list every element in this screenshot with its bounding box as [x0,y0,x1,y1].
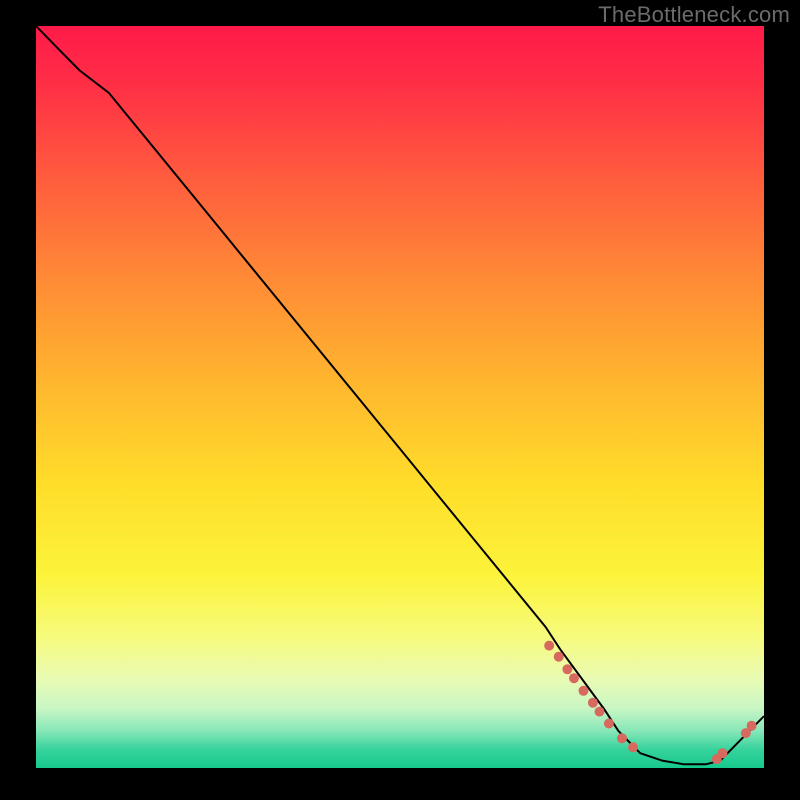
marker-dot [569,673,579,683]
marker-dot [544,641,554,651]
marker-dot [588,698,598,708]
marker-dot [595,707,605,717]
curve-path [36,26,764,764]
marker-dots [544,641,756,765]
watermark-text: TheBottleneck.com [598,2,790,28]
marker-dot [604,719,614,729]
chart-frame: TheBottleneck.com [0,0,800,800]
marker-dot [554,652,564,662]
marker-dot [718,748,728,758]
marker-dot [579,686,589,696]
bottleneck-curve [36,26,764,764]
marker-dot [617,733,627,743]
marker-dot [628,742,638,752]
plot-area [36,26,764,768]
chart-overlay [36,26,764,768]
marker-dot [562,664,572,674]
marker-dot [747,721,757,731]
